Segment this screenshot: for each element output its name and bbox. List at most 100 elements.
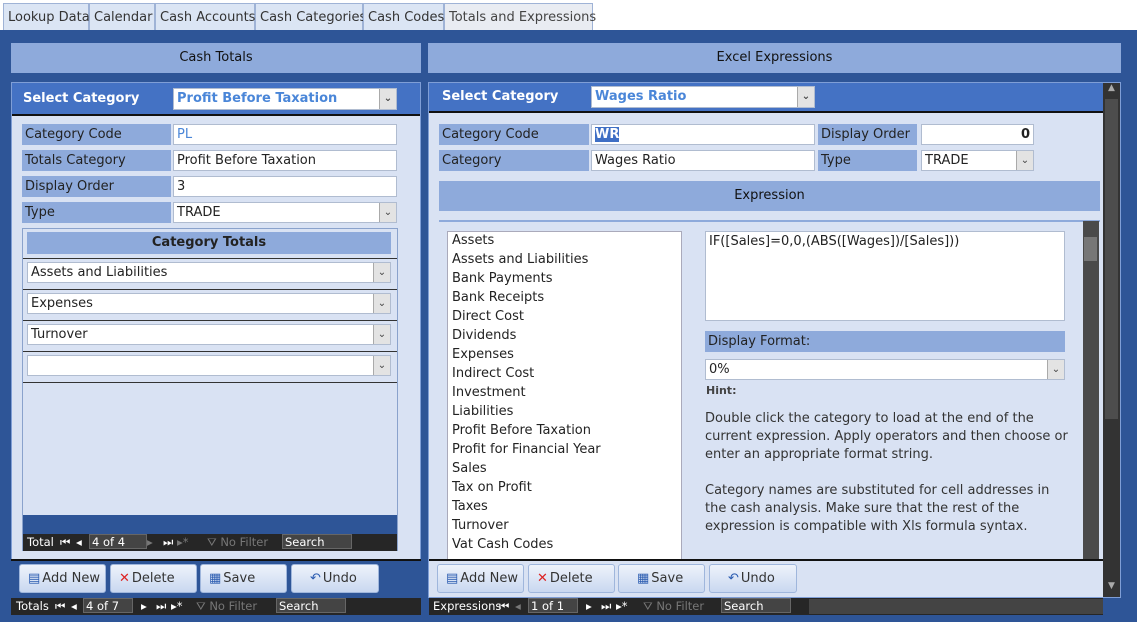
- category-field[interactable]: Wages Ratio: [591, 150, 815, 171]
- display-order-field[interactable]: 0: [921, 124, 1034, 145]
- record-number-field[interactable]: 4 of 4: [89, 534, 147, 549]
- category-list-item[interactable]: Indirect Cost: [448, 366, 681, 385]
- category-code-field[interactable]: WR: [591, 124, 815, 145]
- subform-scrollbar[interactable]: [1083, 221, 1099, 560]
- save-button[interactable]: ▦ Save: [618, 564, 705, 593]
- tab-lookup-data[interactable]: Lookup Data: [3, 3, 90, 30]
- expression-textarea[interactable]: IF([Sales]=0,0,(ABS([Wages])/[Sales])): [705, 231, 1065, 321]
- chevron-down-icon[interactable]: ⌄: [373, 263, 390, 282]
- chevron-down-icon[interactable]: ⌄: [373, 356, 390, 375]
- vertical-scrollbar[interactable]: ▲ ▼: [1103, 83, 1120, 597]
- tab-calendar[interactable]: Calendar: [89, 3, 155, 30]
- previous-record-icon[interactable]: ◂: [71, 599, 77, 613]
- totals-record-navigator: Totals ⏮ ◂ 4 of 7 ▸ ⏭ ▸* ⛛ No Filter Sea…: [11, 598, 421, 615]
- first-record-icon[interactable]: ⏮: [499, 599, 509, 614]
- scrollbar-thumb[interactable]: [1105, 99, 1118, 419]
- previous-record-icon[interactable]: ◂: [76, 535, 82, 549]
- scroll-down-icon[interactable]: ▼: [1103, 581, 1120, 597]
- undo-button[interactable]: ↶ Undo: [291, 564, 379, 593]
- add-record-icon: ▤: [28, 571, 41, 586]
- chevron-down-icon[interactable]: ⌄: [373, 294, 390, 313]
- hint-label: Hint:: [706, 384, 737, 397]
- category-list-item[interactable]: Bank Receipts: [448, 290, 681, 309]
- new-record-icon[interactable]: ▸*: [616, 599, 628, 613]
- category-list-item[interactable]: Turnover: [448, 518, 681, 537]
- chevron-down-icon[interactable]: ⌄: [1016, 151, 1033, 170]
- record-number-field[interactable]: 1 of 1: [528, 598, 578, 613]
- tab-cash-accounts[interactable]: Cash Accounts: [155, 3, 255, 30]
- tab-cash-codes[interactable]: Cash Codes: [363, 3, 444, 30]
- first-record-icon[interactable]: ⏮: [55, 599, 65, 614]
- search-input[interactable]: Search: [282, 534, 352, 549]
- type-combo[interactable]: TRADE ⌄: [921, 150, 1034, 171]
- category-list[interactable]: Assets Assets and Liabilities Bank Payment…: [447, 231, 682, 560]
- category-list-item[interactable]: Profit Before Taxation: [448, 423, 681, 442]
- tab-totals-and-expressions[interactable]: Totals and Expressions: [444, 3, 596, 30]
- search-input[interactable]: Search: [276, 598, 346, 613]
- display-order-field[interactable]: 3: [173, 176, 397, 197]
- type-combo[interactable]: TRADE ⌄: [173, 202, 397, 223]
- tab-cash-categories[interactable]: Cash Categories: [255, 3, 366, 30]
- next-record-icon[interactable]: ▸: [147, 535, 153, 549]
- subform-row-combo[interactable]: Turnover ⌄: [27, 324, 391, 345]
- category-list-item[interactable]: Assets: [448, 233, 681, 252]
- last-record-icon[interactable]: ⏭: [163, 535, 173, 550]
- horizontal-scrollbar[interactable]: [809, 599, 1103, 614]
- category-list-item[interactable]: Taxes: [448, 499, 681, 518]
- totals-category-label: Totals Category: [22, 150, 171, 171]
- chevron-down-icon[interactable]: ⌄: [373, 325, 390, 344]
- category-code-label: Category Code: [439, 124, 589, 145]
- select-category-combo[interactable]: Profit Before Taxation ⌄: [173, 88, 397, 110]
- no-filter-button[interactable]: ⛛ No Filter: [643, 599, 719, 614]
- delete-button[interactable]: ✕ Delete: [528, 564, 615, 593]
- new-record-icon[interactable]: ▸*: [171, 599, 183, 613]
- next-record-icon[interactable]: ▸: [141, 599, 147, 613]
- last-record-icon[interactable]: ⏭: [601, 599, 611, 614]
- chevron-down-icon[interactable]: ⌄: [379, 203, 396, 222]
- category-list-item[interactable]: Dividends: [448, 328, 681, 347]
- subform-row-combo[interactable]: Expenses ⌄: [27, 293, 391, 314]
- category-code-field[interactable]: PL: [173, 124, 397, 145]
- record-number-field[interactable]: 4 of 7: [83, 598, 133, 613]
- select-category-label: Select Category: [23, 91, 140, 106]
- category-list-item[interactable]: Direct Cost: [448, 309, 681, 328]
- chevron-down-icon[interactable]: ⌄: [1047, 360, 1064, 379]
- category-list-item[interactable]: Liabilities: [448, 404, 681, 423]
- subform-new-row-combo[interactable]: ⌄: [27, 355, 391, 376]
- undo-button[interactable]: ↶ Undo: [709, 564, 797, 593]
- category-code-label: Category Code: [22, 124, 171, 145]
- category-list-item[interactable]: Profit for Financial Year: [448, 442, 681, 461]
- add-new-button[interactable]: ▤ Add New: [437, 564, 524, 593]
- chevron-down-icon[interactable]: ⌄: [379, 89, 396, 109]
- save-icon: ▦: [209, 571, 222, 586]
- subform-row-combo[interactable]: Assets and Liabilities ⌄: [27, 262, 391, 283]
- previous-record-icon[interactable]: ◂: [515, 599, 521, 613]
- chevron-down-icon[interactable]: ⌄: [797, 87, 814, 107]
- category-list-item[interactable]: Sales: [448, 461, 681, 480]
- category-list-item[interactable]: Expenses: [448, 347, 681, 366]
- category-list-item[interactable]: Bank Payments: [448, 271, 681, 290]
- new-record-icon[interactable]: ▸*: [177, 535, 189, 549]
- last-record-icon[interactable]: ⏭: [156, 599, 166, 614]
- add-new-button[interactable]: ▤ Add New: [19, 564, 106, 593]
- save-button[interactable]: ▦ Save: [200, 564, 287, 593]
- scroll-up-icon[interactable]: ▲: [1103, 83, 1120, 99]
- category-list-item[interactable]: Tax on Profit: [448, 480, 681, 499]
- category-list-item[interactable]: Investment: [448, 385, 681, 404]
- no-filter-button[interactable]: ⛛ No Filter: [196, 599, 272, 614]
- display-format-combo[interactable]: 0% ⌄: [705, 359, 1065, 380]
- category-list-item[interactable]: Vat Cash Codes: [448, 537, 681, 556]
- select-category-combo[interactable]: Wages Ratio ⌄: [591, 86, 815, 108]
- no-filter-button[interactable]: ⛛ No Filter: [203, 535, 279, 550]
- next-record-icon[interactable]: ▸: [586, 599, 592, 613]
- display-format-label: Display Format:: [705, 331, 1065, 352]
- category-label: Category: [439, 150, 589, 171]
- expressions-record-navigator: Expressions ⏮ ◂ 1 of 1 ▸ ⏭ ▸* ⛛ No Filte…: [429, 598, 1103, 615]
- totals-category-field[interactable]: Profit Before Taxation: [173, 150, 397, 171]
- category-list-item[interactable]: Assets and Liabilities: [448, 252, 681, 271]
- search-input[interactable]: Search: [721, 598, 791, 613]
- delete-button[interactable]: ✕ Delete: [110, 564, 197, 593]
- first-record-icon[interactable]: ⏮: [60, 535, 70, 550]
- scrollbar-thumb[interactable]: [1084, 237, 1097, 261]
- expression-header: Expression: [439, 181, 1100, 211]
